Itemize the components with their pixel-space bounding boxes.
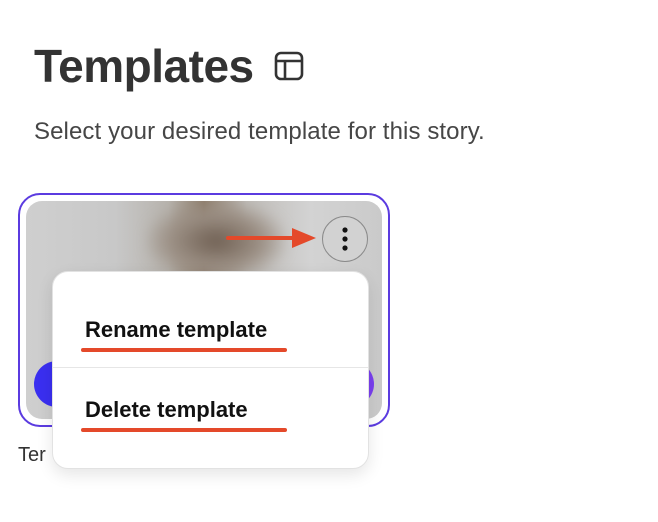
template-name: Ter — [18, 444, 46, 466]
highlight-underline — [81, 348, 287, 352]
menu-item-delete-template[interactable]: Delete template — [53, 370, 368, 466]
layout-icon — [272, 49, 306, 83]
highlight-underline — [81, 428, 287, 432]
card-menu-button[interactable] — [322, 216, 368, 262]
more-vertical-icon — [342, 227, 348, 251]
menu-item-label: Rename template — [85, 317, 268, 342]
page-title: Templates — [34, 40, 254, 92]
arrow-right-icon — [226, 228, 316, 248]
menu-item-label: Delete template — [85, 397, 248, 422]
page-subtitle: Select your desired template for this st… — [34, 118, 485, 145]
menu-item-rename-template[interactable]: Rename template — [53, 272, 368, 368]
template-context-menu: Rename template Delete template — [52, 271, 369, 469]
header: Templates — [34, 36, 306, 96]
